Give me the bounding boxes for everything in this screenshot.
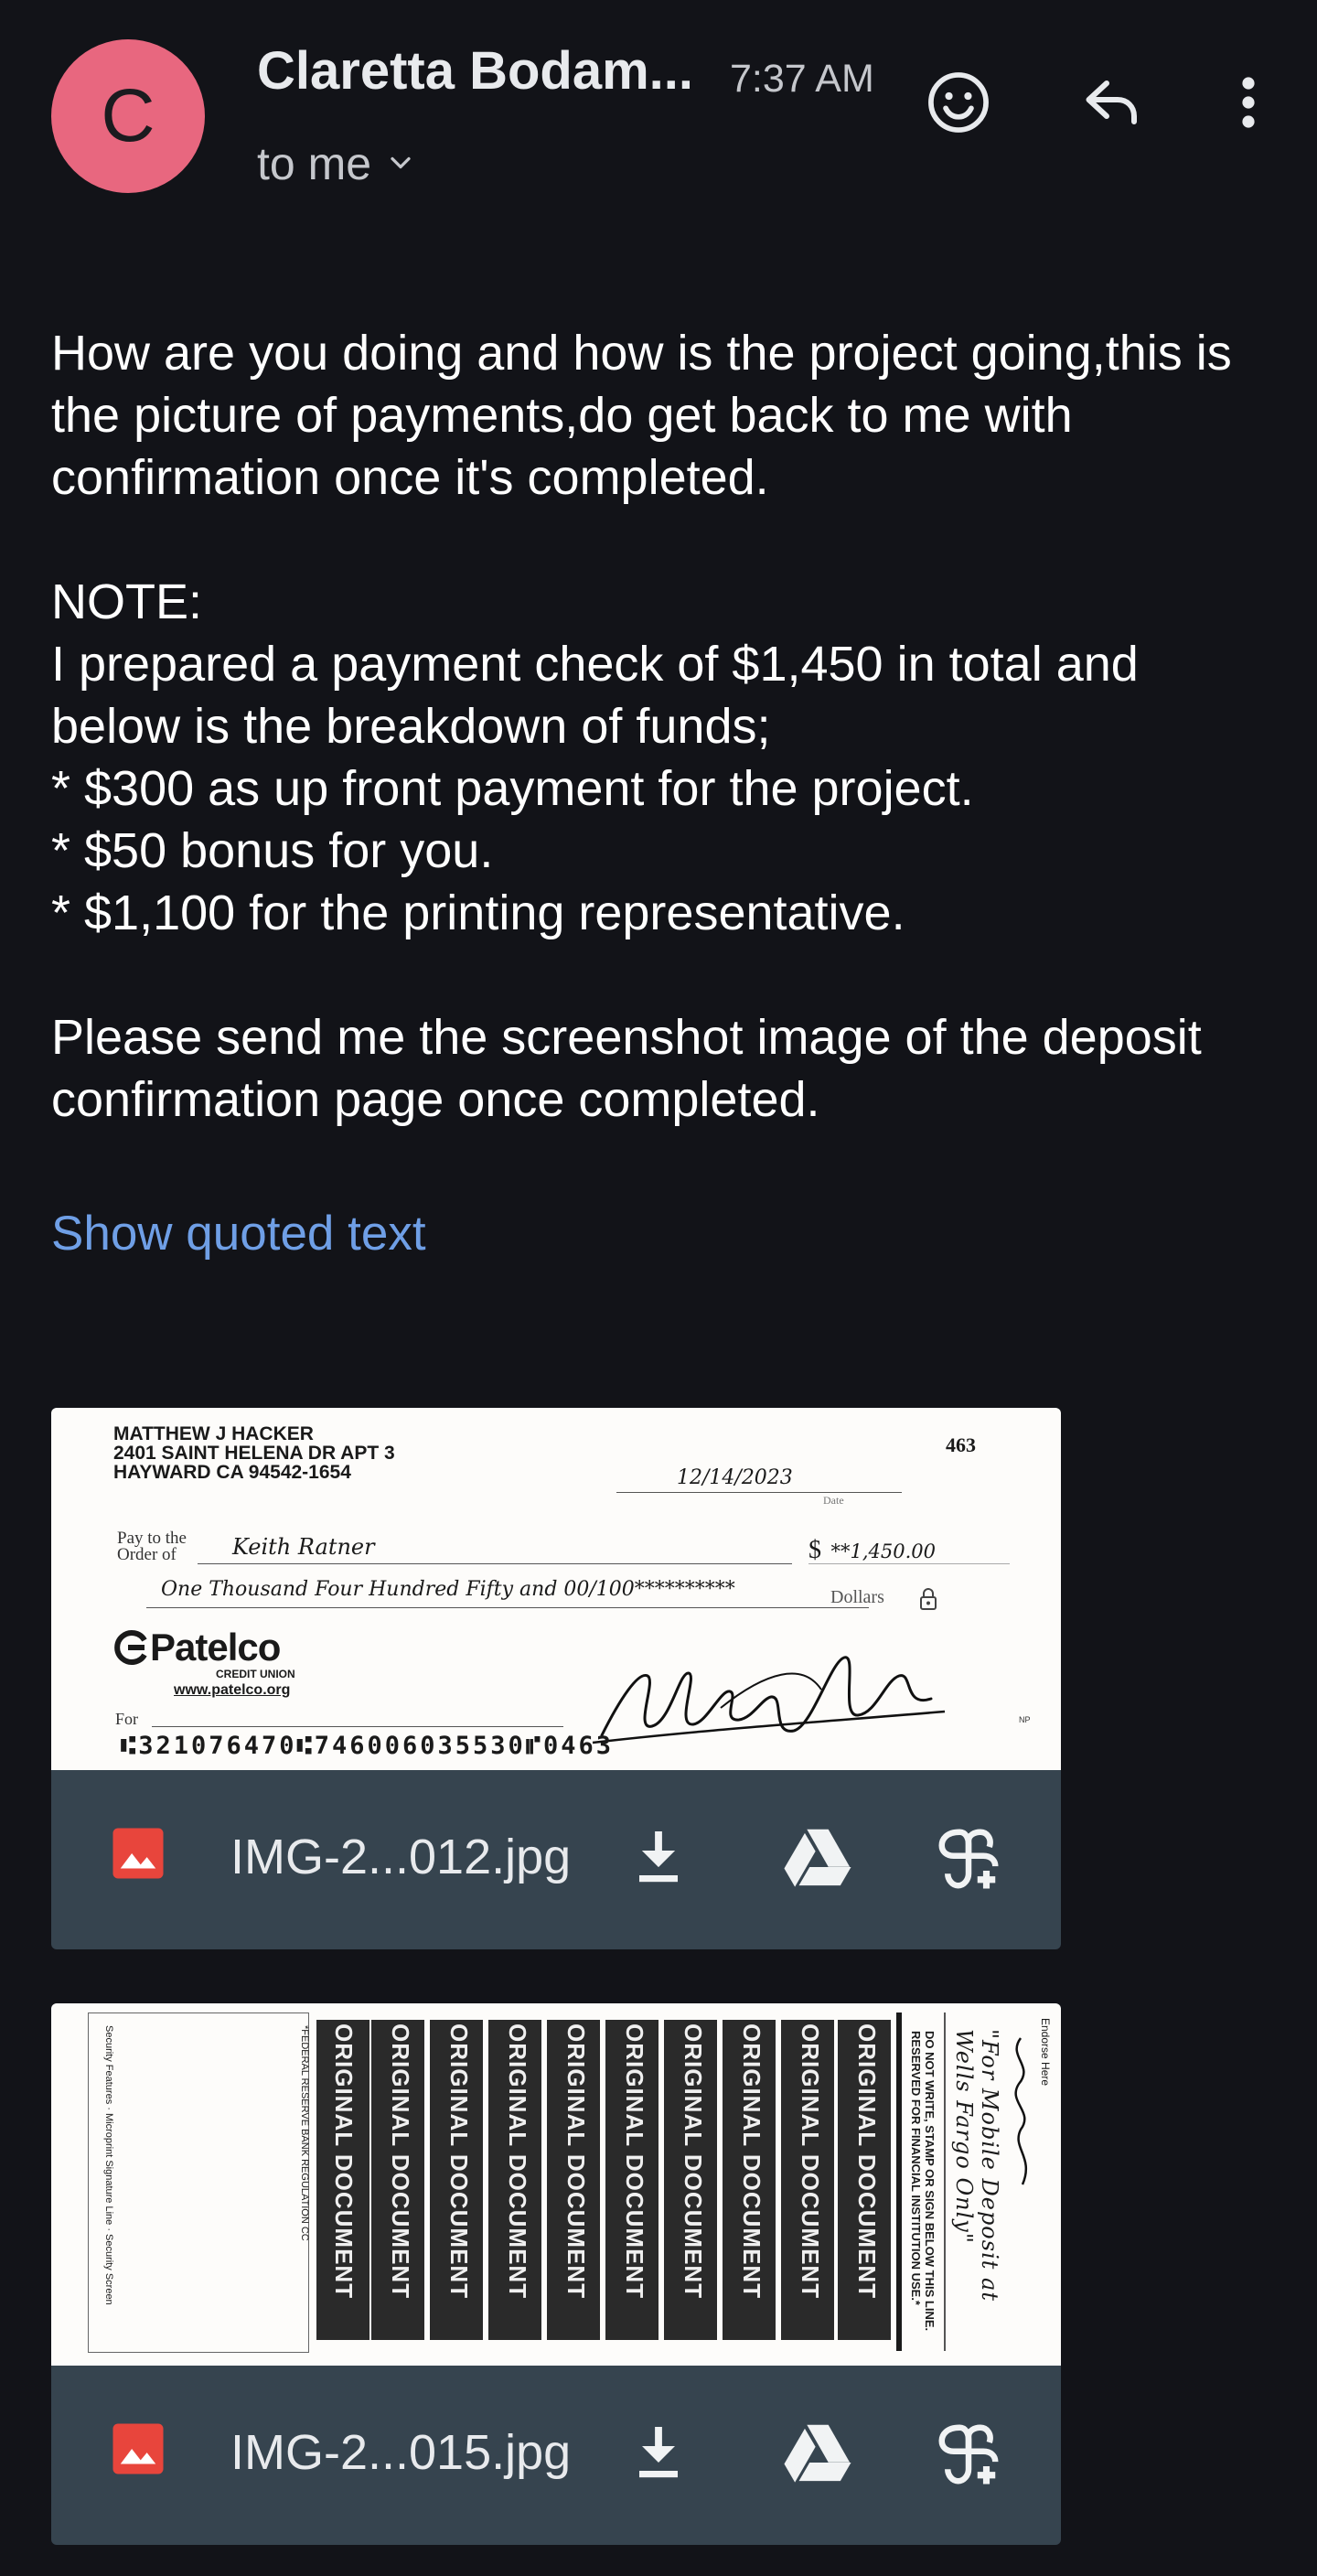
check-back-preview[interactable]: Security Features · Microprint Signature…: [51, 2003, 1061, 2366]
account-holder-name: MATTHEW J HACKER: [113, 1423, 314, 1444]
recipient-label: to me: [257, 138, 372, 189]
regulation-text: *FEDERAL RESERVE BANK REGULATION CC: [299, 2025, 310, 2241]
dollars-label: Dollars: [830, 1587, 884, 1607]
bank-subtitle: CREDIT UNION: [216, 1668, 295, 1680]
download-icon[interactable]: [626, 2419, 691, 2489]
attachment-filename[interactable]: IMG-2...012.jpg: [230, 1829, 571, 1885]
message-body: How are you doing and how is the project…: [51, 326, 1232, 1127]
chevron-down-icon: [384, 137, 417, 190]
watermark-text: ORIGINAL DOCUMENT: [330, 2023, 358, 2300]
check-date: 12/14/2023: [677, 1466, 793, 1489]
bank-logo: Patelco: [113, 1626, 281, 1669]
message-time: 7:37 AM: [730, 57, 874, 101]
watermark-text: ORIGINAL DOCUMENT: [562, 2023, 590, 2300]
attachment-bar: IMG-2...015.jpg: [51, 2366, 1061, 2545]
order-of-label: Order of: [117, 1545, 177, 1564]
amount-symbol: $: [808, 1536, 821, 1564]
watermark-text: ORIGINAL DOCUMENT: [797, 2023, 824, 2300]
recipient-toggle[interactable]: to me: [257, 137, 417, 190]
account-address-line2: HAYWARD CA 94542-1654: [113, 1462, 351, 1483]
attachment-bar: IMG-2...012.jpg: [51, 1770, 1061, 1949]
watermark-text: ORIGINAL DOCUMENT: [387, 2023, 414, 2300]
check-front-preview[interactable]: MATTHEW J HACKER 2401 SAINT HELENA DR AP…: [51, 1408, 1061, 1770]
watermark-text: ORIGINAL DOCUMENT: [445, 2023, 473, 2300]
show-quoted-text-link[interactable]: Show quoted text: [51, 1206, 426, 1261]
reply-icon[interactable]: [1076, 66, 1149, 139]
add-to-photos-icon[interactable]: [933, 2419, 1004, 2495]
memo-label: For: [115, 1710, 139, 1728]
micr-line: ⑆321076470⑆746006035530⑈0463: [121, 1732, 614, 1760]
save-to-drive-icon[interactable]: [783, 2419, 852, 2489]
watermark-text: ORIGINAL DOCUMENT: [853, 2023, 881, 2300]
sender-name[interactable]: Claretta Bodam...: [257, 40, 693, 102]
np-label: NP: [1019, 1715, 1031, 1724]
image-file-icon: [108, 2419, 168, 2484]
endorsement-signature: [1002, 2029, 1039, 2216]
mobile-deposit-endorsement: "For Mobile Deposit at Wells Fargo Only": [951, 2029, 1002, 2302]
check-back-fine-print: Security Features · Microprint Signature…: [103, 2025, 114, 2305]
emoji-reaction-icon[interactable]: [922, 66, 995, 139]
check-amount: **1,450.00: [830, 1540, 936, 1562]
save-to-drive-icon[interactable]: [783, 1823, 852, 1894]
bank-url: www.patelco.org: [174, 1682, 291, 1698]
lock-icon: [918, 1587, 938, 1615]
attachment-card[interactable]: Security Features · Microprint Signature…: [51, 2003, 1061, 2545]
amount-in-words: One Thousand Four Hundred Fifty and 00/1…: [161, 1578, 735, 1601]
watermark-text: ORIGINAL DOCUMENT: [504, 2023, 531, 2300]
check-number: 463: [946, 1433, 976, 1456]
bank-name: Patelco: [150, 1626, 281, 1669]
watermark-text: ORIGINAL DOCUMENT: [680, 2023, 707, 2300]
date-label: Date: [823, 1494, 844, 1507]
sender-avatar[interactable]: C: [51, 39, 205, 193]
image-file-icon: [108, 1823, 168, 1888]
add-to-photos-icon[interactable]: [933, 1823, 1004, 1899]
attachment-filename[interactable]: IMG-2...015.jpg: [230, 2424, 571, 2481]
attachment-card[interactable]: MATTHEW J HACKER 2401 SAINT HELENA DR AP…: [51, 1408, 1061, 1949]
more-options-icon[interactable]: [1212, 66, 1285, 139]
watermark-text: ORIGINAL DOCUMENT: [621, 2023, 648, 2300]
download-icon[interactable]: [626, 1823, 691, 1894]
endorse-here-label: Endorse Here: [1039, 2018, 1052, 2087]
watermark-text: ORIGINAL DOCUMENT: [738, 2023, 766, 2300]
account-address-line1: 2401 SAINT HELENA DR APT 3: [113, 1443, 395, 1464]
signature: [584, 1635, 949, 1758]
reserved-notice: DO NOT WRITE, STAMP OR SIGN BELOW THIS L…: [909, 2031, 937, 2332]
payee-name: Keith Ratner: [232, 1534, 375, 1560]
